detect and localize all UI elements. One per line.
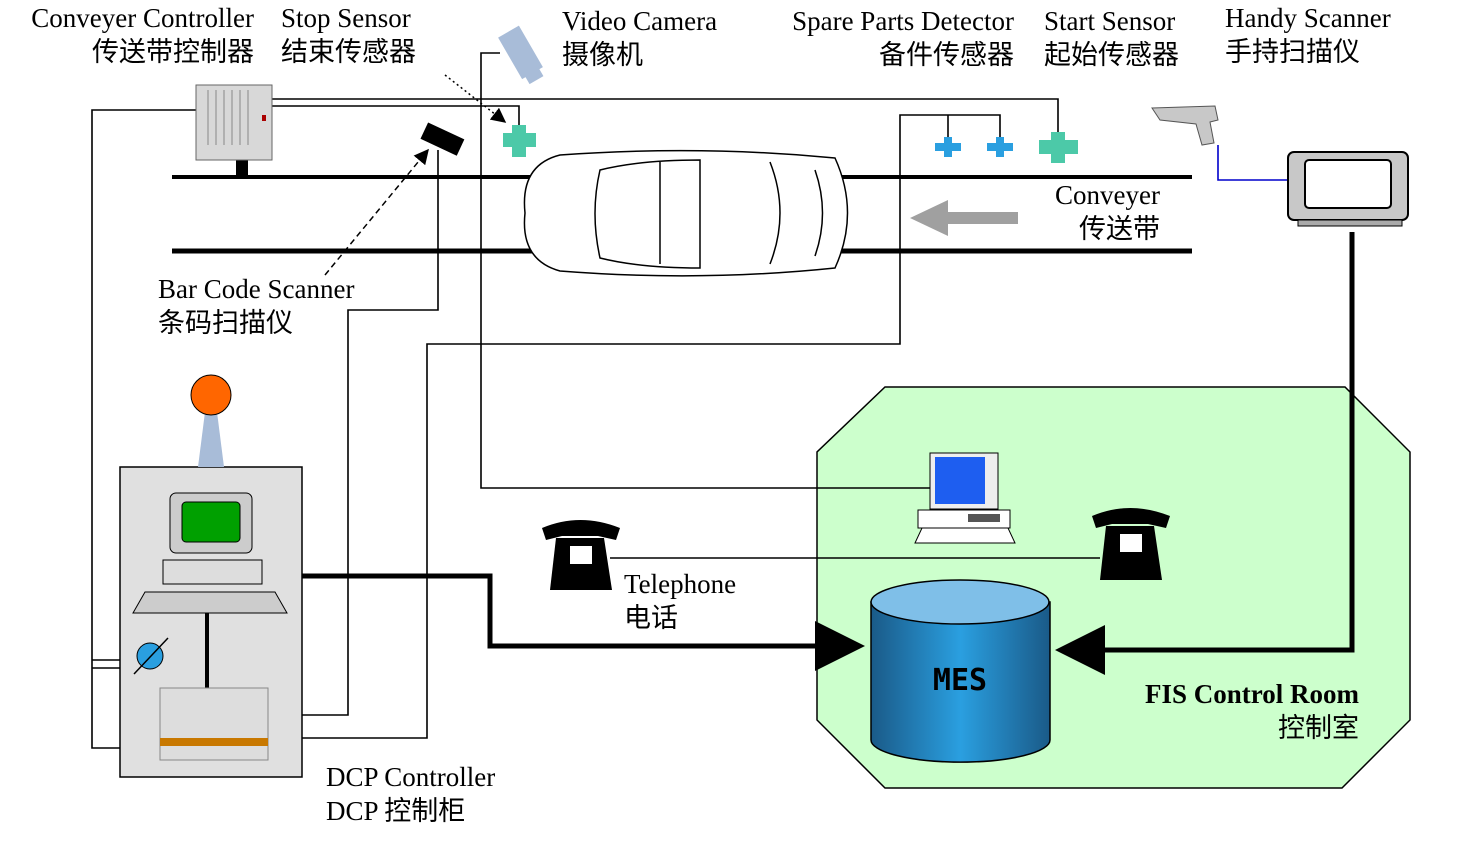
label-zh: 条码扫描仪 <box>158 308 293 338</box>
terminal-monitor-icon <box>1287 151 1409 227</box>
label-zh: 结束传感器 <box>281 37 416 67</box>
label-en: DCP Controller <box>326 762 496 792</box>
beacon-light-icon <box>190 374 232 416</box>
stop-sensor-label: Stop Sensor 结束传感器 <box>281 1 416 69</box>
conveyer-label: Conveyer 传送带 <box>1055 178 1160 246</box>
scanner-cable <box>1217 145 1288 181</box>
spare-parts-sensor-icon <box>935 137 961 157</box>
telephone-icon <box>542 520 620 590</box>
label-zh: 电话 <box>624 603 678 633</box>
handy-scanner-label: Handy Scanner 手持扫描仪 <box>1225 1 1391 69</box>
fis-control-room-label: FIS Control Room 控制室 <box>1145 677 1359 745</box>
video-camera-icon <box>498 25 544 85</box>
label-en: Spare Parts Detector <box>792 6 1014 36</box>
label-en: FIS Control Room <box>1144 679 1359 709</box>
label-en: Start Sensor <box>1044 6 1176 36</box>
label-en: Conveyer Controller <box>31 3 254 33</box>
spare-parts-sensor-icon <box>987 137 1013 157</box>
label-zh: 备件传感器 <box>879 40 1014 70</box>
beacon-stand <box>198 412 224 467</box>
car-icon <box>523 149 849 277</box>
bar-code-scanner-label: Bar Code Scanner 条码扫描仪 <box>158 272 354 340</box>
conveyer-controller-label: Conveyer Controller 传送带控制器 <box>31 1 254 69</box>
start-sensor-icon <box>1039 132 1078 163</box>
label-zh: 起始传感器 <box>1044 40 1179 70</box>
handy-scanner-icon <box>1151 105 1219 146</box>
dcp-rack-icon <box>159 687 269 761</box>
label-zh: DCP 控制柜 <box>326 796 466 826</box>
video-camera-label: Video Camera 摄像机 <box>562 4 717 72</box>
label-zh: 摄像机 <box>562 40 643 70</box>
label-zh: 控制室 <box>1278 713 1359 743</box>
label-zh: 手持扫描仪 <box>1225 37 1360 67</box>
conveyor-direction-arrow <box>910 200 1018 236</box>
label-en: Bar Code Scanner <box>158 274 355 304</box>
label-en: Handy Scanner <box>1225 3 1391 33</box>
conveyer-controller-rack <box>195 84 273 177</box>
label-zh: 传送带控制器 <box>92 37 254 67</box>
label-en: Telephone <box>624 569 737 599</box>
spare-parts-detector-label: Spare Parts Detector 备件传感器 <box>792 4 1014 72</box>
dcp-controller-label: DCP Controller DCP 控制柜 <box>326 760 495 828</box>
stop-sensor-icon <box>503 125 536 157</box>
telephone-label: Telephone 电话 <box>624 567 736 635</box>
fis-diagram: MES Conveyer Controller 传送带控制器 Stop Senso… <box>0 0 1482 852</box>
label-en: Stop Sensor <box>281 3 411 33</box>
label-zh: 传送带 <box>1079 214 1160 244</box>
start-sensor-label: Start Sensor 起始传感器 <box>1044 4 1179 72</box>
bar-code-pointer <box>324 148 429 276</box>
label-en: Video Camera <box>562 6 718 36</box>
database-label: MES <box>932 663 988 698</box>
label-en: Conveyer <box>1055 180 1160 210</box>
